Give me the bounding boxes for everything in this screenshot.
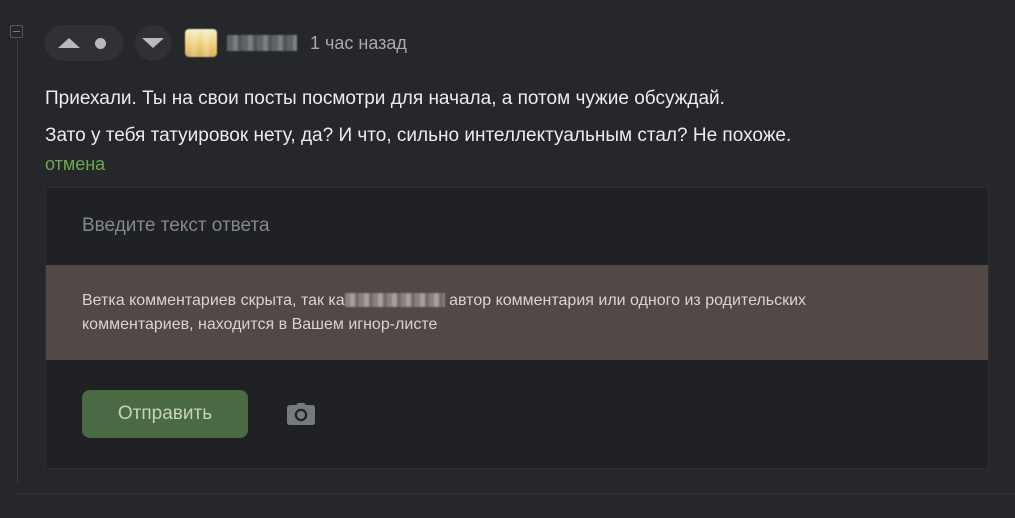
comment-line: Приехали. Ты на свои посты посмотри для … (45, 88, 725, 109)
author-name-redacted[interactable] (227, 35, 297, 51)
collapse-thread-button[interactable] (10, 25, 23, 38)
comment-header: 1 час назад (45, 25, 407, 61)
rating-dot-icon (95, 37, 106, 49)
reply-form: Ветка комментариев скрыта, так ка автор … (45, 187, 989, 469)
comment-divider (17, 493, 1015, 494)
notice-text-line2: комментариев, находится в Вашем игнор-ли… (82, 316, 438, 333)
redacted-text (344, 293, 445, 307)
send-button[interactable]: Отправить (82, 390, 248, 438)
hidden-thread-notice: Ветка комментариев скрыта, так ка автор … (46, 265, 988, 360)
vote-down-button[interactable] (135, 25, 171, 61)
cancel-link[interactable]: отмена (45, 154, 105, 175)
camera-icon[interactable] (287, 403, 315, 425)
notice-text-start: Ветка комментариев скрыта, так ка (82, 292, 345, 309)
thread-line (17, 40, 18, 482)
reply-input[interactable] (46, 188, 988, 264)
notice-text-end: автор комментария или одного из родитель… (444, 292, 807, 309)
arrow-down-icon (142, 38, 164, 48)
reply-actions: Отправить (46, 360, 988, 468)
comment-timestamp[interactable]: 1 час назад (310, 33, 407, 54)
comment-body: Приехали. Ты на свои посты посмотри для … (45, 80, 791, 154)
arrow-up-icon[interactable] (58, 38, 80, 48)
vote-control (45, 25, 123, 61)
avatar[interactable] (185, 29, 217, 57)
comment-line: Зато у тебя татуировок нету, да? И что, … (45, 125, 792, 146)
